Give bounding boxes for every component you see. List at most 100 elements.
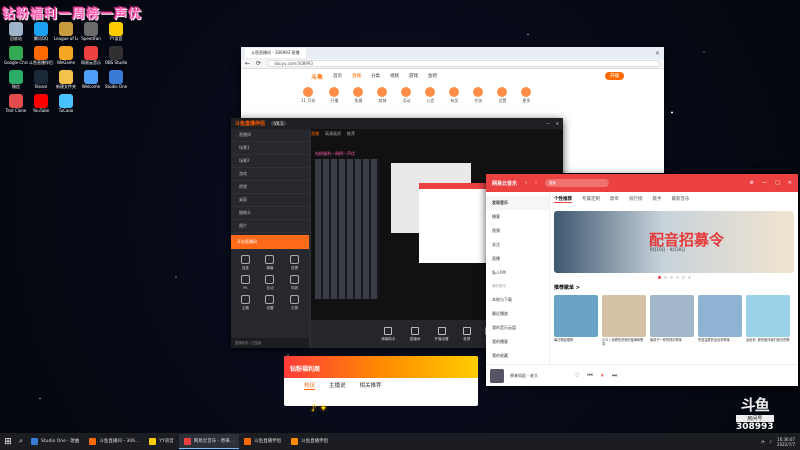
playlist-card[interactable]: 每日歌曲推荐 [554,295,598,346]
category-item[interactable]: 更多 [521,87,532,104]
category-item[interactable]: 开播 [329,87,340,104]
desktop-icon[interactable]: 斗鱼直播伴侣 [29,46,53,65]
playlist-card[interactable]: 小众 | 你那些熟悉的旋律和歌词 [602,295,646,346]
category-item[interactable]: 商城 [377,87,388,104]
desktop-icon[interactable]: TuCaoo [54,94,78,113]
nav-item[interactable]: 游戏 [409,73,418,79]
settings-icon[interactable]: ⚙ [750,180,754,186]
activity-banner[interactable]: 钻粉福利周 [284,356,478,378]
prev-icon[interactable]: ⏮ [587,372,592,380]
desktop-icon[interactable]: 新建文件夹 [54,70,78,89]
volume-icon[interactable]: ♪ [769,439,772,444]
maximize-icon[interactable]: □ [775,180,780,186]
search-icon[interactable]: ⌕ [16,437,26,446]
category-item[interactable]: 任务 [473,87,484,104]
desktop-icon[interactable]: YouTube [29,94,53,113]
sidebar-item[interactable]: 我的播客 [486,335,549,349]
nav-item[interactable]: 视频 [390,73,399,79]
sidebar-item[interactable]: 直播 [486,252,549,266]
heart-icon[interactable]: ♡ [574,372,579,380]
clock[interactable]: 16:36:07 2022/7/7 [777,437,795,447]
playlist-card[interactable]: 伤感温柔的治愈系歌单 [698,295,742,346]
open-live-button[interactable]: 开播 [605,72,624,80]
taskbar-item[interactable]: 斗鱼直播伴侣 [239,434,286,449]
network-icon[interactable]: ◔ [761,439,765,444]
desktop-icon[interactable]: YY语音 [104,22,128,41]
tool-button[interactable]: 礼物 [284,295,305,311]
back-icon[interactable]: ← [245,60,250,67]
play-icon[interactable]: ⏸ [601,372,604,380]
douyu-logo[interactable]: 斗鱼 [311,72,323,81]
promo-banner[interactable]: 开启直播间 [231,235,309,249]
preview-tab[interactable]: 直播 [311,131,319,137]
taskbar-item[interactable]: YY语音 [144,434,179,449]
desktop-icon[interactable]: League of Legends [54,22,78,41]
tool-button[interactable]: 投票 [284,255,305,271]
playlist-card[interactable]: 像孩子一样的快乐歌单 [650,295,694,346]
tool-button[interactable]: 设置 [260,295,281,311]
close-icon[interactable]: ✕ [788,180,792,186]
tool-button[interactable]: 主题 [235,295,256,311]
music-tab[interactable]: 歌手 [653,196,662,203]
preview-tab[interactable]: 高清画质 [325,131,341,137]
close-icon[interactable]: ✕ [556,121,559,126]
category-item[interactable]: 公会 [425,87,436,104]
scene-row[interactable]: 摄像头 [231,207,309,220]
taskbar-item[interactable]: 斗鱼直播伴侣 [286,434,333,449]
desktop-icon[interactable]: 网易云音乐 [79,46,103,65]
desktop-icon[interactable]: WeGame [54,46,78,65]
scene-row[interactable]: 桌面 [231,194,309,207]
desktop-icon[interactable]: Studio One [104,70,128,89]
sidebar-item[interactable]: 私人FM [486,266,549,280]
music-banner[interactable]: 配音招募令 9月10日 - 9月30日 [554,211,794,273]
next-icon[interactable]: ⏭ [612,372,617,380]
sidebar-item[interactable]: 播客 [486,210,549,224]
sidebar-item[interactable]: 本地与下载 [486,293,549,307]
tool-button[interactable]: 弹幕 [260,255,281,271]
control-button[interactable]: 录屏 [462,326,471,342]
playlist-card[interactable]: 治愈系: 那些陪伴我们成长的歌 [746,295,790,346]
minimize-icon[interactable]: — [546,121,550,126]
taskbar-item[interactable]: 斗鱼直播间 - 306... [84,434,144,449]
desktop-icon[interactable]: Steam [29,70,53,89]
music-search-input[interactable]: 搜索 [545,179,610,187]
sidebar-item[interactable]: 视频 [486,224,549,238]
category-item[interactable]: 有奖 [449,87,460,104]
refresh-icon[interactable]: ⟳ [256,60,261,67]
music-window[interactable]: 网易云音乐 ‹ › 搜索 ⚙ — □ ✕ 发现音乐 播客 视频 关注 直播 私人… [486,174,798,386]
album-cover[interactable] [490,368,504,383]
section-title[interactable]: 推荐歌单 > [554,284,794,291]
sidebar-item-discover[interactable]: 发现音乐 [486,196,549,210]
tool-button[interactable]: 特效 [284,275,305,291]
music-tab[interactable]: 专属定制 [582,196,600,203]
desktop-icon[interactable]: 腾讯QQ [29,22,53,41]
windows-start-icon[interactable]: ⊞ [0,437,16,447]
url-field[interactable]: douyu.com/308993 [267,60,660,67]
desktop-icon[interactable]: 回收站 [4,22,28,41]
close-icon[interactable]: ✕ [655,50,660,57]
taskbar-item[interactable]: 网易云音乐 - 原来... [178,434,240,449]
music-tab[interactable]: 歌单 [610,196,619,203]
nav-item[interactable]: 分类 [371,73,380,79]
category-item[interactable]: 鱼塘 [353,87,364,104]
music-tab[interactable]: 排行榜 [629,196,643,203]
stream-tab[interactable]: 主播说 [329,381,346,390]
desktop-icon[interactable]: OBS Studio [104,46,128,65]
desktop-icon[interactable]: 微信 [4,70,28,89]
category-item[interactable]: 11 月份 [301,87,315,104]
control-button[interactable]: 开播设置 [434,326,449,342]
sidebar-item[interactable]: 最近播放 [486,307,549,321]
scene-row[interactable]: 场景2 [231,155,309,168]
tool-button[interactable]: 连麦 [235,255,256,271]
scene-row[interactable]: 图片 [231,220,309,233]
back-icon[interactable]: ‹ [525,180,527,186]
category-item[interactable]: 活动 [401,87,412,104]
sidebar-item[interactable]: 关注 [486,238,549,252]
scene-row[interactable]: 视频 [231,181,309,194]
tool-button[interactable]: 互动 [260,275,281,291]
desktop-icon[interactable]: Text Clone [4,94,28,113]
preview-tab[interactable]: 推荐 [347,131,355,137]
desktop-icon[interactable]: Welcome [79,70,103,89]
minimize-icon[interactable]: — [762,180,767,186]
scene-row[interactable]: 直播间 [231,129,309,142]
